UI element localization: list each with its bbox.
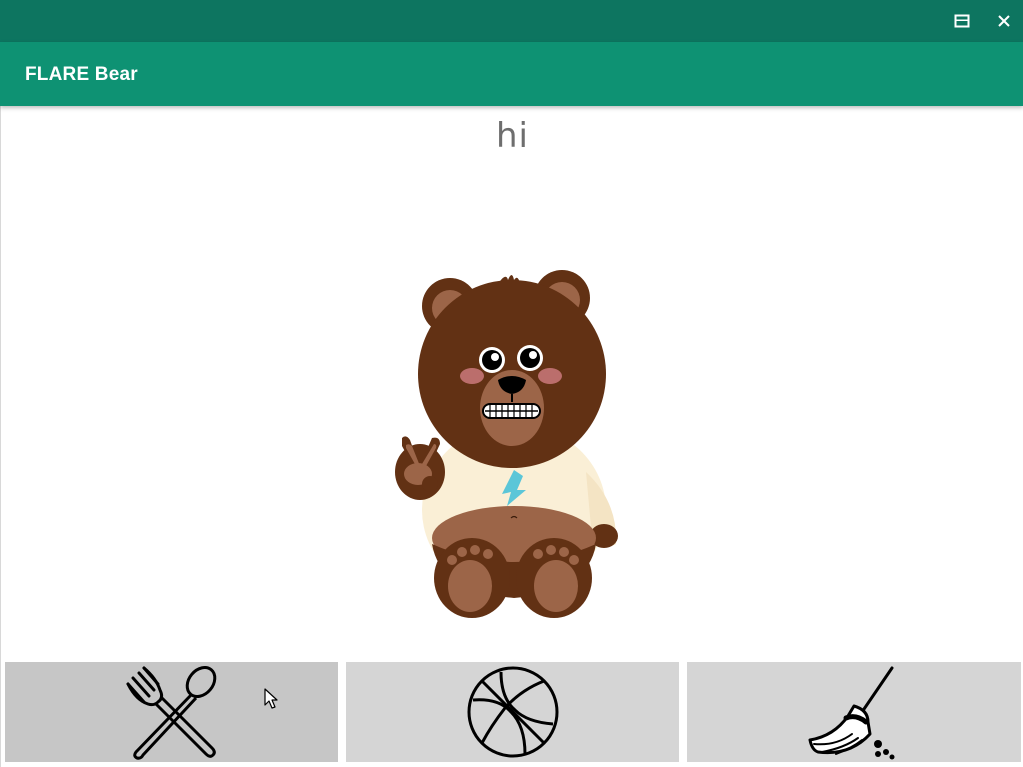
maximize-icon <box>954 14 970 28</box>
clean-button[interactable] <box>687 662 1021 762</box>
window-border <box>0 106 1 767</box>
bear-illustration[interactable] <box>380 262 640 624</box>
bear-speech-text: hi <box>496 116 529 156</box>
close-icon <box>998 15 1010 27</box>
play-button[interactable] <box>346 662 679 762</box>
maximize-button[interactable] <box>941 0 983 42</box>
app-title: FLARE Bear <box>25 64 138 85</box>
bear-waving-paw <box>395 436 445 500</box>
window-titlebar[interactable] <box>0 0 1023 42</box>
feed-button[interactable] <box>5 662 338 762</box>
bear-teeth <box>482 403 541 419</box>
basketball-icon <box>467 666 558 758</box>
bear-left-cheek <box>460 368 484 384</box>
app-window: FLARE Bear hi <box>0 0 1023 767</box>
broom-icon <box>808 666 895 760</box>
app-bar: FLARE Bear <box>0 42 1023 106</box>
bear-right-cheek <box>538 368 562 384</box>
close-button[interactable] <box>983 0 1023 42</box>
fork-spoon-icon <box>126 666 216 760</box>
